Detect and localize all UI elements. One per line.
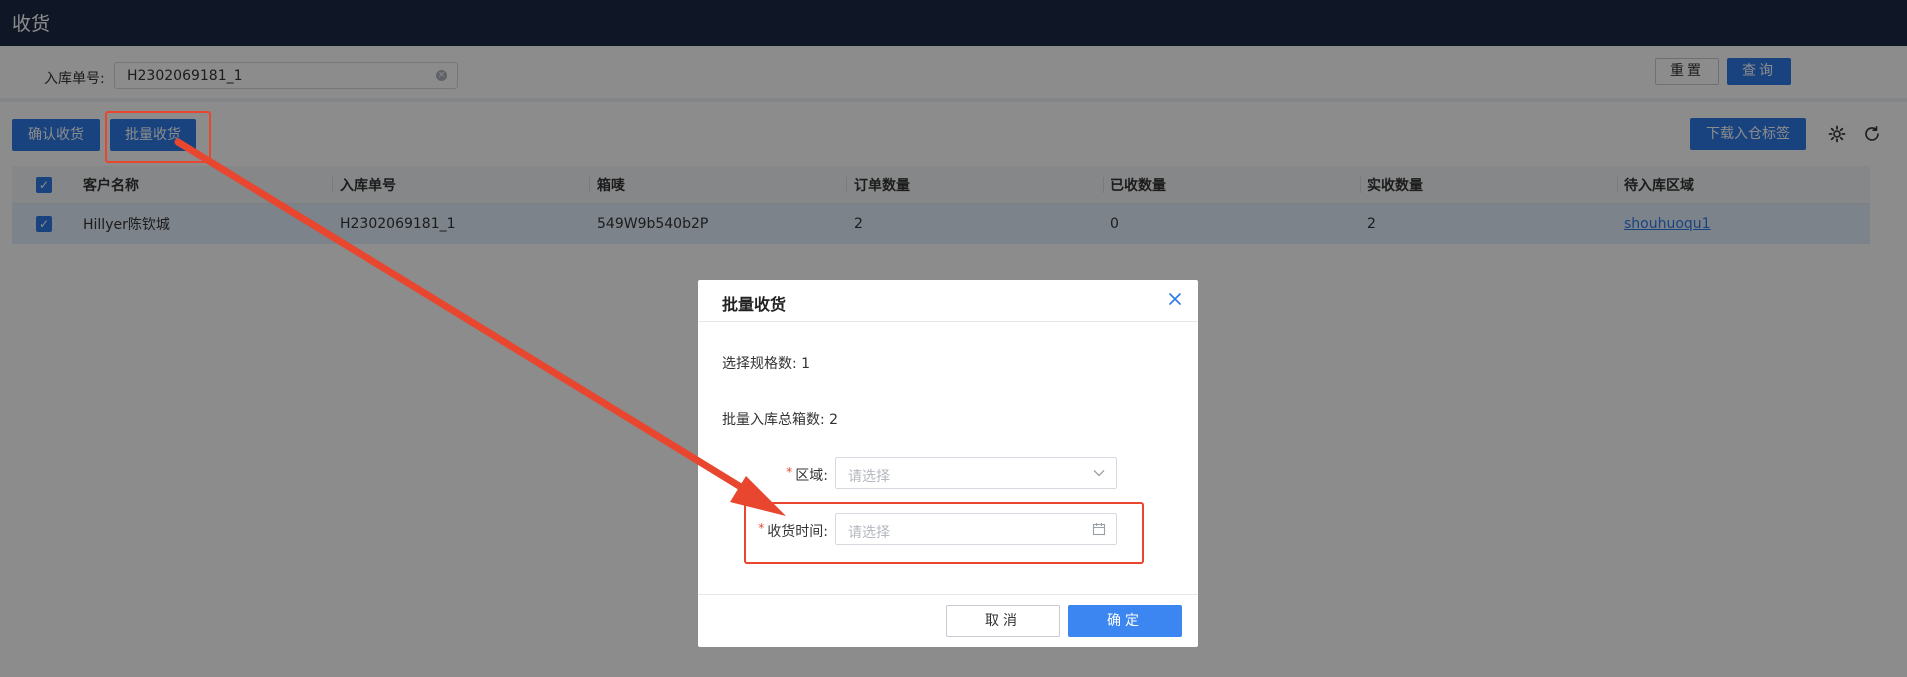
area-select[interactable]: 请选择 [835, 457, 1117, 489]
area-label: * 区域: [698, 465, 828, 485]
batch-receipt-dialog: 批量收货 选择规格数: 1 批量入库总箱数: 2 * 区域: 请选择 * 收货时间:… [698, 280, 1198, 647]
cancel-button[interactable]: 取消 [946, 605, 1060, 637]
dialog-title: 批量收货 [722, 295, 787, 314]
ok-button[interactable]: 确定 [1068, 605, 1182, 637]
chevron-down-icon [1093, 470, 1105, 477]
dialog-header: 批量收货 [698, 280, 1198, 322]
annotation-highlight-batch [105, 111, 211, 163]
area-label-text: 区域: [795, 468, 828, 484]
box-total-text: 批量入库总箱数: 2 [722, 412, 839, 428]
close-icon[interactable] [1166, 290, 1184, 308]
dialog-footer: 取消 确定 [698, 594, 1198, 647]
area-placeholder: 请选择 [848, 469, 890, 485]
required-mark: * [786, 465, 793, 479]
annotation-highlight-date [744, 502, 1144, 564]
spec-count-text: 选择规格数: 1 [722, 356, 811, 372]
